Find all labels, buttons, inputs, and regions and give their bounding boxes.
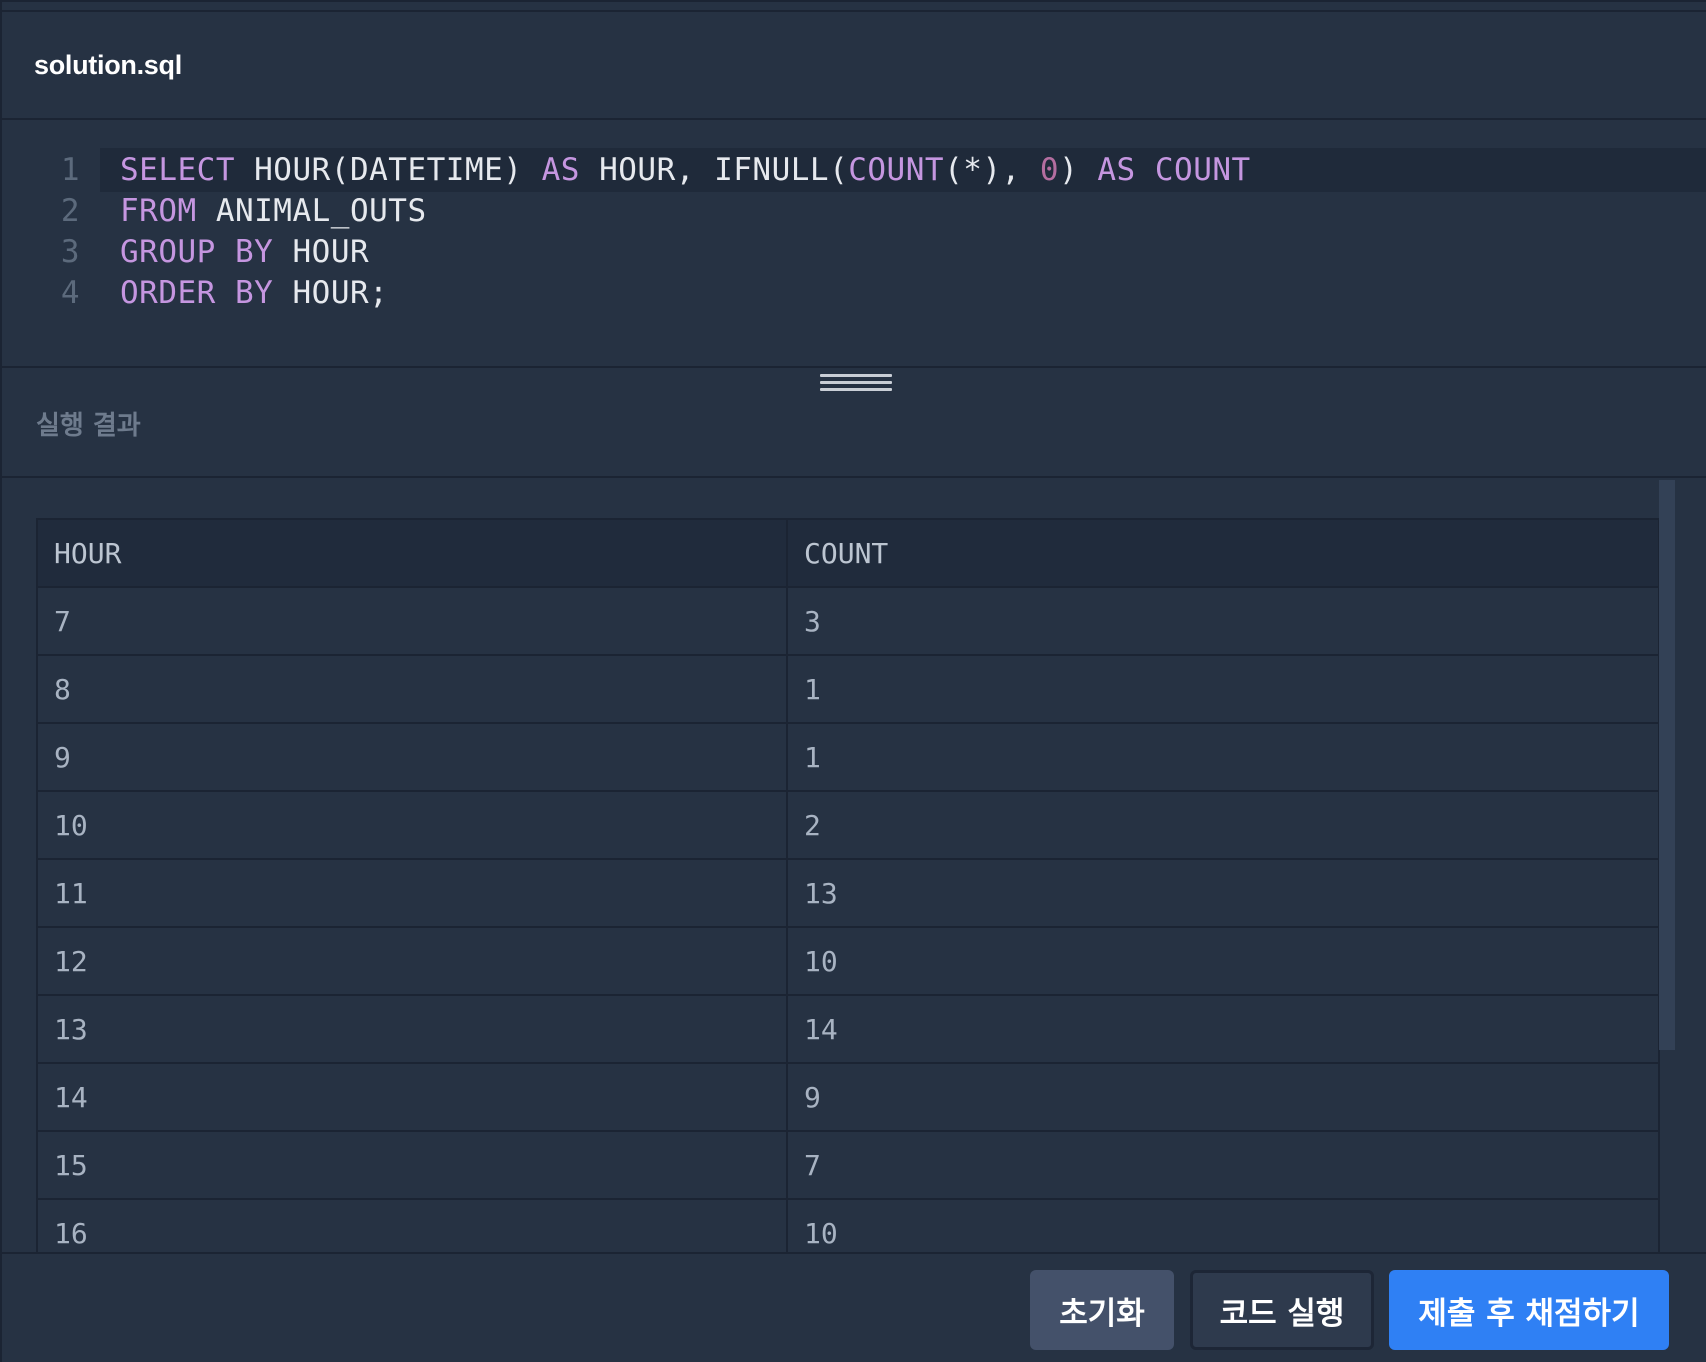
sql-text: )	[1059, 152, 1098, 188]
code-text[interactable]: ORDER BY HOUR;	[100, 271, 1706, 315]
sql-number: 0	[1039, 152, 1060, 188]
code-line[interactable]: 3 GROUP BY HOUR	[2, 230, 1706, 274]
sql-text: (*),	[944, 152, 1040, 188]
cell-hour: 8	[36, 654, 788, 724]
code-line[interactable]: 2 FROM ANIMAL_OUTS	[2, 189, 1706, 233]
table-row: 14 9	[36, 1062, 1660, 1132]
code-text[interactable]: FROM ANIMAL_OUTS	[100, 189, 1706, 233]
cell-count: 10	[786, 926, 1660, 996]
cell-hour: 7	[36, 586, 788, 656]
footer-toolbar: 초기화 코드 실행 제출 후 채점하기	[2, 1252, 1706, 1362]
line-number: 4	[60, 275, 80, 311]
sql-text: HOUR, IFNULL(	[579, 152, 849, 188]
cell-count: 7	[786, 1130, 1660, 1200]
code-text[interactable]: GROUP BY HOUR	[100, 230, 1706, 274]
table-row: 10 2	[36, 790, 1660, 860]
cell-count: 2	[786, 790, 1660, 860]
cell-count: 14	[786, 994, 1660, 1064]
file-name: solution.sql	[34, 49, 182, 80]
cell-count: 9	[786, 1062, 1660, 1132]
cell-count: 1	[786, 654, 1660, 724]
sql-keyword: COUNT	[848, 152, 945, 188]
run-code-button[interactable]: 코드 실행	[1190, 1270, 1374, 1350]
sql-keyword: BY	[235, 234, 274, 270]
table-row: 81	[36, 654, 1660, 724]
cell-hour: 9	[36, 722, 788, 792]
table-header-row: HOUR COUNT	[36, 518, 1660, 588]
cell-hour: 14	[36, 1062, 788, 1132]
cell-count: 3	[786, 586, 1660, 656]
sql-text: HOUR	[273, 234, 370, 270]
line-number: 1	[60, 152, 80, 188]
column-header-count: COUNT	[786, 518, 1660, 588]
cell-hour: 15	[36, 1130, 788, 1200]
cell-count: 1	[786, 722, 1660, 792]
sql-keyword: SELECT	[120, 152, 235, 188]
code-text[interactable]: SELECT HOUR(DATETIME) AS HOUR, IFNULL(CO…	[100, 148, 1706, 192]
table-row: 16 10	[36, 1198, 1660, 1252]
sql-keyword: AS	[1097, 152, 1136, 188]
resize-handle-icon[interactable]	[820, 374, 892, 394]
reset-button[interactable]: 초기화	[1030, 1270, 1174, 1350]
table-row: 73	[36, 586, 1660, 656]
table-row: 15 7	[36, 1130, 1660, 1200]
sql-keyword: ORDER	[120, 275, 216, 311]
top-strip	[2, 2, 1706, 12]
file-header: solution.sql	[2, 12, 1706, 120]
sql-text: HOUR(DATETIME)	[234, 152, 542, 188]
cell-hour: 13	[36, 994, 788, 1064]
sql-text: HOUR;	[273, 275, 389, 311]
sql-text: ANIMAL_OUTS	[196, 193, 427, 229]
table-row: 13 14	[36, 994, 1660, 1064]
cell-hour: 10	[36, 790, 788, 860]
cell-count: 10	[786, 1198, 1660, 1252]
cell-count: 13	[786, 858, 1660, 928]
result-area: HOUR COUNT 7 3 8 1 9 1 10 2 11 13 12 10 13 14 14 9 15 7 16…	[2, 480, 1706, 1252]
sql-keyword: FROM	[120, 193, 197, 229]
cell-hour: 11	[36, 858, 788, 928]
cell-hour: 16	[36, 1198, 788, 1252]
column-header-hour: HOUR	[36, 518, 788, 588]
line-number: 2	[60, 193, 80, 229]
code-line[interactable]: 4 ORDER BY HOUR;	[2, 271, 1706, 315]
sql-keyword: AS	[541, 152, 580, 188]
code-editor[interactable]: 1 SELECT HOUR(DATETIME) AS HOUR, IFNULL(C…	[2, 122, 1706, 368]
cell-hour: 12	[36, 926, 788, 996]
code-line[interactable]: 1 SELECT HOUR(DATETIME) AS HOUR, IFNULL(C…	[2, 148, 1706, 192]
result-table: HOUR COUNT 7 3 8 1 9 1 10 2 11 13 12 10 13 14 14 9 15 7 16…	[36, 518, 1660, 1252]
sql-keyword: COUNT	[1154, 152, 1251, 188]
result-scrollbar[interactable]	[1659, 480, 1675, 1050]
sql-keyword: GROUP	[120, 234, 216, 270]
table-row: 91	[36, 722, 1660, 792]
table-row: 12 10	[36, 926, 1660, 996]
result-title: 실행 결과	[36, 410, 141, 441]
sql-keyword: BY	[235, 275, 274, 311]
table-row: 11 13	[36, 858, 1660, 928]
sql-editor-app: solution.sql 1 SELECT HOUR(DATETIME) AS H…	[0, 0, 1706, 1362]
submit-button[interactable]: 제출 후 채점하기	[1389, 1270, 1669, 1350]
line-number: 3	[60, 234, 80, 270]
